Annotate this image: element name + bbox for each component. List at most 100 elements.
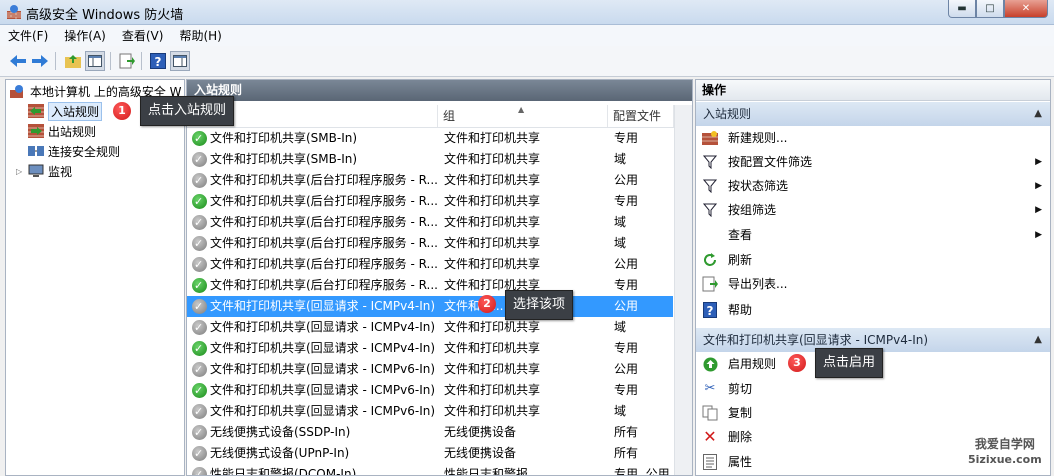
disabled-check-icon — [192, 149, 207, 170]
rule-name-cell: 文件和打印机共享(后台打印程序服务 - R... — [210, 215, 438, 229]
disabled-check-icon — [192, 443, 207, 464]
disabled-check-icon — [192, 464, 207, 475]
back-icon[interactable] — [8, 51, 28, 71]
table-row[interactable]: 无线便携式设备(UPnP-In) 无线便携设备 所有 — [187, 443, 673, 464]
table-row[interactable]: 文件和打印机共享(回显请求 - ICMPv6-In) 文件和打印机共享 公用 — [187, 359, 673, 380]
table-row[interactable]: 文件和打印机共享(回显请求 - ICMPv4-In) 文件和打印机共享 域 — [187, 317, 673, 338]
table-row[interactable]: 文件和打印机共享(回显请求 - ICMPv6-In) 文件和打印机共享 专用 — [187, 380, 673, 401]
rule-profile-cell: 专用 — [614, 278, 639, 292]
rule-group-cell: 文件和打印机共享 — [444, 173, 541, 187]
action-new-rule[interactable]: 新建规则... — [696, 126, 1050, 150]
export-icon — [702, 276, 718, 292]
rule-group-cell: 文件和打印机共享 — [444, 152, 541, 166]
section-label: 入站规则 — [703, 107, 752, 121]
scissors-icon: ✂ — [704, 381, 716, 396]
disabled-check-icon — [192, 296, 207, 317]
minimize-button[interactable]: ▬ — [948, 0, 976, 18]
action-filter-by-state[interactable]: 按状态筛选 ▶ — [696, 174, 1050, 198]
table-row[interactable]: 文件和打印机共享(后台打印程序服务 - R... 文件和打印机共享 域 — [187, 212, 673, 233]
rule-name-cell: 文件和打印机共享(SMB-In) — [210, 131, 358, 145]
action-copy[interactable]: 复制 — [696, 401, 1050, 425]
enable-rule-icon — [702, 356, 718, 372]
rule-group-cell: 文件和打印机共享 — [444, 341, 541, 355]
firewall-icon — [10, 84, 26, 98]
disabled-check-icon — [192, 422, 207, 443]
up-folder-icon[interactable] — [63, 51, 83, 71]
table-row[interactable]: 文件和打印机共享(后台打印程序服务 - R... 文件和打印机共享 域 — [187, 233, 673, 254]
sort-ascending-icon: ▲ — [518, 105, 525, 114]
action-cut[interactable]: ✂ 剪切 — [696, 377, 1050, 401]
forward-icon[interactable] — [30, 51, 50, 71]
enabled-check-icon — [192, 275, 207, 296]
action-filter-by-group[interactable]: 按组筛选 ▶ — [696, 198, 1050, 222]
menu-file[interactable]: 文件(F) — [0, 27, 56, 44]
rule-profile-cell: 域 — [614, 215, 627, 229]
section-label: 文件和打印机共享(回显请求 - ICMPv4-In) — [703, 333, 929, 347]
vertical-scrollbar[interactable] — [674, 105, 692, 475]
collapse-icon[interactable]: ▲ — [1034, 328, 1042, 352]
navigation-tree: 本地计算机 上的高级安全 W 入站规则 出站规则 连接安全规则 ▷ 监视 — [5, 79, 185, 476]
tree-item-label: 连接安全规则 — [48, 144, 121, 159]
menu-action[interactable]: 操作(A) — [56, 27, 114, 44]
rule-name-cell: 无线便携式设备(UPnP-In) — [210, 446, 350, 460]
table-row[interactable]: 无线便携式设备(SSDP-In) 无线便携设备 所有 — [187, 422, 673, 443]
rule-name-cell: 文件和打印机共享(回显请求 - ICMPv6-In) — [210, 362, 436, 376]
action-help[interactable]: ? 帮助 — [696, 298, 1050, 322]
table-row[interactable]: 文件和打印机共享(后台打印程序服务 - R... 文件和打印机共享 公用 — [187, 254, 673, 275]
rule-profile-cell: 域 — [614, 236, 627, 250]
rule-group-cell: 无线便携设备 — [444, 446, 517, 460]
help-icon[interactable]: ? — [148, 51, 168, 71]
action-view[interactable]: 查看 ▶ — [696, 223, 1050, 247]
tree-item-monitoring[interactable]: ▷ 监视 — [16, 162, 72, 180]
table-row[interactable]: 文件和打印机共享(后台打印程序服务 - R... 文件和打印机共享 公用 — [187, 170, 673, 191]
tree-item-label: 入站规则 — [48, 101, 103, 121]
delete-icon: ✕ — [703, 427, 717, 446]
step-badge-2: 2 — [478, 295, 496, 313]
rule-group-cell: 文件和打印机共享 — [444, 236, 541, 250]
watermark-line1: 我爱自学网 — [974, 437, 1035, 451]
disabled-check-icon — [192, 359, 207, 380]
submenu-arrow-icon: ▶ — [1035, 157, 1042, 167]
toolbar-divider — [141, 52, 142, 70]
table-row[interactable]: 文件和打印机共享(回显请求 - ICMPv6-In) 文件和打印机共享 域 — [187, 401, 673, 422]
maximize-button[interactable]: □ — [976, 0, 1004, 18]
table-row[interactable]: 文件和打印机共享(SMB-In) 文件和打印机共享 域 — [187, 149, 673, 170]
enabled-check-icon — [192, 380, 207, 401]
rule-name-cell: 文件和打印机共享(回显请求 - ICMPv4-In) — [210, 341, 436, 355]
rule-name-cell: 无线便携式设备(SSDP-In) — [210, 425, 351, 439]
action-export-list[interactable]: 导出列表... — [696, 272, 1050, 296]
actions-title: 操作 — [696, 80, 1050, 101]
rule-name-cell: 文件和打印机共享(回显请求 - ICMPv4-In) — [210, 299, 436, 313]
table-row[interactable]: 文件和打印机共享(SMB-In) 文件和打印机共享 专用 — [187, 128, 673, 149]
rule-profile-cell: 所有 — [614, 425, 639, 439]
section-header-inbound-rules[interactable]: 入站规则 ▲ — [696, 102, 1050, 126]
actions-pane: 操作 入站规则 ▲ 新建规则... 按配置文件筛选 ▶ 按状态筛选 ▶ 按组筛选… — [695, 79, 1051, 476]
rule-profile-cell: 公用 — [614, 257, 639, 271]
tree-item-inbound-rules[interactable]: 入站规则 — [28, 101, 103, 121]
table-row[interactable]: 性能日志和警报(DCOM-In) 性能日志和警报 专用, 公用 — [187, 464, 673, 475]
column-header-profile[interactable]: 配置文件 — [608, 105, 674, 127]
table-row[interactable]: 文件和打印机共享(后台打印程序服务 - R...文件和打印机共享专用 — [187, 275, 673, 296]
rule-group-cell: 文件和打印机共享 — [444, 404, 541, 418]
collapse-icon[interactable]: ▲ — [1034, 102, 1042, 126]
submenu-arrow-icon: ▶ — [1035, 230, 1042, 240]
tree-item-connection-security-rules[interactable]: 连接安全规则 — [28, 142, 120, 160]
action-filter-by-profile[interactable]: 按配置文件筛选 ▶ — [696, 150, 1050, 174]
action-refresh[interactable]: 刷新 — [696, 248, 1050, 272]
expand-arrow-icon[interactable]: ▷ — [16, 167, 28, 176]
close-button[interactable]: ✕ — [1004, 0, 1048, 18]
table-row[interactable]: 文件和打印机共享(后台打印程序服务 - R...文件和打印机共享专用 — [187, 191, 673, 212]
table-row[interactable]: 文件和打印机共享(回显请求 - ICMPv4-In)文件和打...公用 — [187, 296, 673, 317]
rule-group-cell: 文件和打印机共享 — [444, 257, 541, 271]
table-row[interactable]: 文件和打印机共享(回显请求 - ICMPv4-In) 文件和打印机共享 专用 — [187, 338, 673, 359]
rule-group-cell: 文件和打印机共享 — [444, 194, 541, 208]
rule-profile-cell: 所有 — [614, 446, 639, 460]
show-tree-icon[interactable] — [85, 51, 105, 71]
rule-profile-cell: 专用 — [614, 341, 639, 355]
menu-help[interactable]: 帮助(H) — [171, 27, 229, 44]
export-icon[interactable] — [117, 51, 137, 71]
tree-item-outbound-rules[interactable]: 出站规则 — [28, 122, 96, 140]
show-action-pane-icon[interactable] — [170, 51, 190, 71]
submenu-arrow-icon: ▶ — [1035, 181, 1042, 191]
menu-view[interactable]: 查看(V) — [114, 27, 172, 44]
